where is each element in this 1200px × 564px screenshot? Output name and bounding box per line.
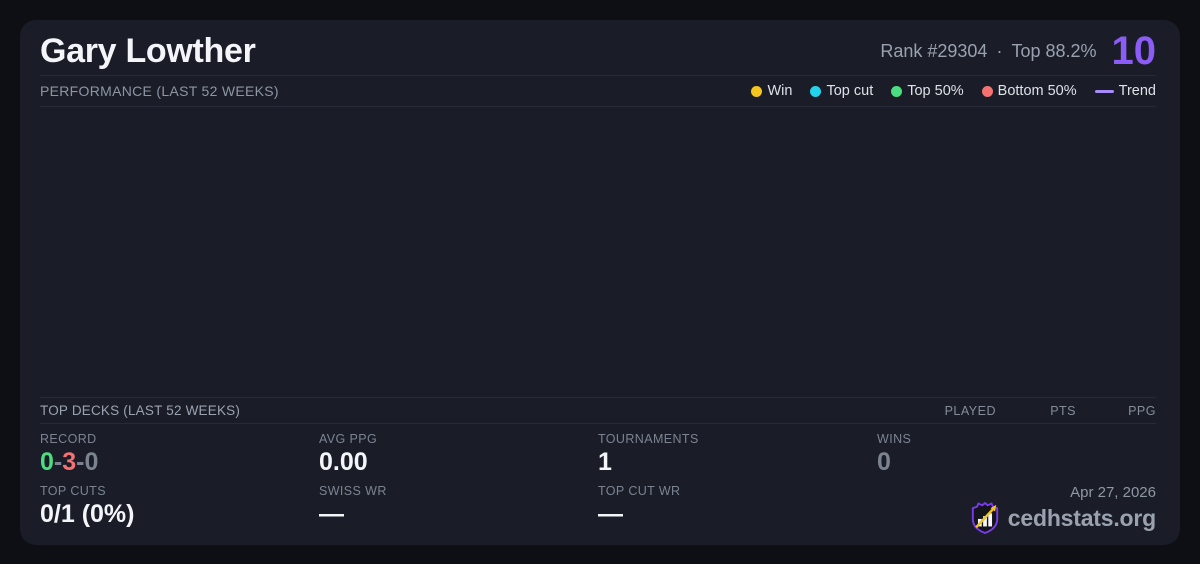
legend-item-top-cut: Top cut [810,83,873,99]
performance-header: PERFORMANCE (LAST 52 WEEKS) Win Top cut … [40,76,1156,107]
brand-name: cedhstats.org [1008,505,1156,532]
stat-record: RECORD 0-3-0 [40,432,319,484]
avg-ppg-value: 0.00 [319,449,598,477]
card-header: Gary Lowther Rank #29304 · Top 88.2% 10 [40,20,1156,76]
top-percent: Top 88.2% [1011,41,1096,62]
top-cut-dot-icon [810,86,821,97]
tournaments-value: 1 [598,449,877,477]
stat-tournaments: TOURNAMENTS 1 [598,432,877,484]
stat-swiss-wr: SWISS WR — [319,484,598,536]
legend-item-bottom-50: Bottom 50% [982,83,1077,99]
trend-line-icon [1095,90,1114,93]
wins-value: 0 [877,449,1156,477]
record-losses: 3 [62,448,76,476]
performance-title: PERFORMANCE (LAST 52 WEEKS) [40,83,279,99]
rank-separator: · [996,41,1002,62]
win-dot-icon [751,86,762,97]
report-date: Apr 27, 2026 [1070,484,1156,501]
performance-chart [40,107,1156,397]
stat-avg-ppg: AVG PPG 0.00 [319,432,598,484]
record-wins: 0 [40,448,54,476]
legend-item-top-50: Top 50% [891,83,963,99]
column-pts: PTS [996,404,1076,418]
column-played: PLAYED [916,404,996,418]
chart-legend: Win Top cut Top 50% Bottom 50% Trend [751,83,1156,99]
legend-item-win: Win [751,83,792,99]
column-ppg: PPG [1076,404,1156,418]
stat-top-cuts: TOP CUTS 0/1 (0%) [40,484,319,536]
cedhstats-logo-icon [970,501,1000,535]
header-rank-group: Rank #29304 · Top 88.2% 10 [880,31,1156,71]
top-decks-header: TOP DECKS (LAST 52 WEEKS) PLAYED PTS PPG [40,397,1156,424]
brand: cedhstats.org [970,501,1156,535]
record-draws: 0 [84,448,98,476]
footer: Apr 27, 2026 cedhstats.org [877,484,1156,536]
rank-text: Rank #29304 · Top 88.2% [880,41,1096,62]
bottom-50-dot-icon [982,86,993,97]
top-decks-columns: PLAYED PTS PPG [916,404,1156,418]
top-cut-wr-value: — [598,501,877,529]
record-value: 0-3-0 [40,449,319,477]
stats-grid: RECORD 0-3-0 AVG PPG 0.00 TOURNAMENTS 1 … [40,424,1156,545]
player-stats-card: Gary Lowther Rank #29304 · Top 88.2% 10 … [20,20,1180,545]
legend-item-trend: Trend [1095,83,1156,99]
top-decks-title: TOP DECKS (LAST 52 WEEKS) [40,403,240,418]
top-cuts-value: 0/1 (0%) [40,501,319,529]
rank-number: Rank #29304 [880,41,987,62]
top-50-dot-icon [891,86,902,97]
stat-wins: WINS 0 [877,432,1156,484]
player-name: Gary Lowther [40,32,256,71]
score-value: 10 [1112,31,1157,71]
stat-top-cut-wr: TOP CUT WR — [598,484,877,536]
swiss-wr-value: — [319,501,598,529]
